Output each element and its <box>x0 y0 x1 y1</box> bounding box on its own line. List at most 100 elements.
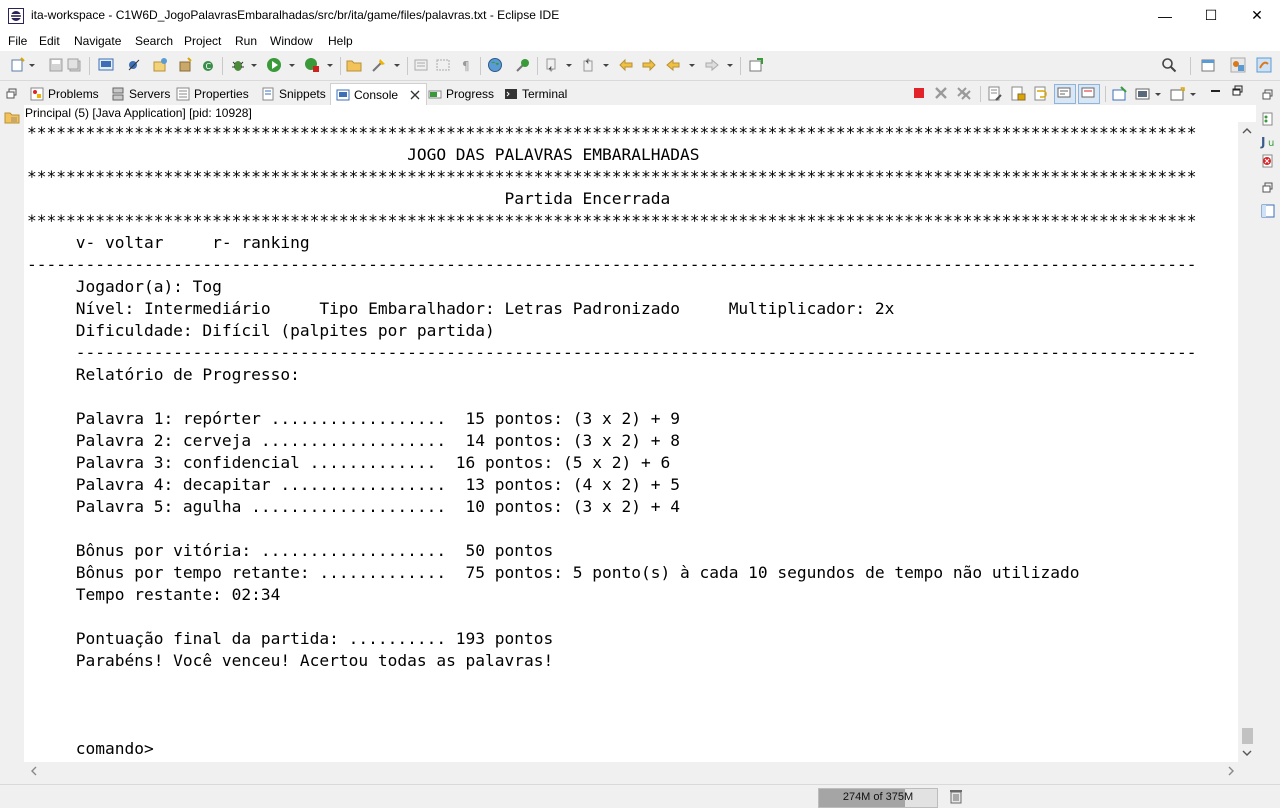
java-perspective-icon[interactable] <box>1256 57 1272 73</box>
menu-file[interactable]: File <box>8 34 27 48</box>
previous-annotation-icon[interactable] <box>581 57 597 73</box>
chevron-down-icon[interactable] <box>326 57 334 73</box>
menu-run[interactable]: Run <box>235 34 257 48</box>
back-to-edit-icon[interactable] <box>641 57 657 73</box>
restore-icon[interactable] <box>1262 182 1274 194</box>
new-package-icon[interactable] <box>177 57 193 73</box>
chevron-down-icon[interactable] <box>1189 86 1197 102</box>
clear-console-icon[interactable] <box>987 86 1003 102</box>
task-list-icon[interactable] <box>1260 203 1276 219</box>
close-button[interactable]: ✕ <box>1234 0 1280 31</box>
display-selected-console-icon[interactable] <box>1135 86 1151 102</box>
scroll-up-icon[interactable] <box>1242 127 1252 135</box>
right-trim-bar: Ju <box>1256 81 1280 784</box>
debug-icon[interactable] <box>230 57 246 73</box>
external-tools-icon[interactable] <box>304 57 320 73</box>
tab-terminal[interactable]: Terminal <box>504 84 567 104</box>
menu-search[interactable]: Search <box>135 34 173 48</box>
vertical-scrollbar[interactable] <box>1238 122 1256 762</box>
garbage-collect-icon[interactable] <box>948 788 964 804</box>
toggle-mark-occurrences-icon[interactable] <box>413 57 429 73</box>
maximize-button[interactable]: ☐ <box>1188 0 1234 31</box>
heap-status[interactable]: 274M of 375M <box>818 788 938 808</box>
scroll-down-icon[interactable] <box>1242 749 1252 757</box>
console-view-icon[interactable] <box>98 57 114 73</box>
status-bar: 274M of 375M <box>0 784 1280 808</box>
save-icon[interactable] <box>48 57 64 73</box>
servers-icon <box>112 87 124 101</box>
svg-text:u: u <box>1268 138 1274 149</box>
chevron-down-icon[interactable] <box>726 57 734 73</box>
globe-icon[interactable] <box>487 57 503 73</box>
horizontal-scrollbar[interactable] <box>24 762 1256 780</box>
search-icon[interactable] <box>1161 57 1177 73</box>
tab-problems[interactable]: Problems <box>30 84 99 104</box>
run-icon[interactable] <box>266 57 282 73</box>
chevron-down-icon[interactable] <box>393 57 401 73</box>
skip-breakpoints-icon[interactable] <box>126 57 142 73</box>
open-type-icon[interactable] <box>346 57 362 73</box>
forward-icon[interactable] <box>704 57 720 73</box>
show-whitespace-icon[interactable]: ¶ <box>458 57 474 73</box>
show-console-stdout-icon[interactable] <box>1054 84 1076 104</box>
menu-edit[interactable]: Edit <box>39 34 60 48</box>
toolbar-separator <box>740 57 741 75</box>
terminate-icon[interactable] <box>912 86 926 100</box>
remove-all-terminated-icon[interactable] <box>956 86 972 100</box>
tab-snippets[interactable]: Snippets <box>261 84 326 104</box>
java-ee-perspective-icon[interactable] <box>1230 57 1246 73</box>
scroll-thumb[interactable] <box>1242 728 1253 744</box>
junit-icon[interactable]: Ju <box>1260 133 1276 149</box>
tab-label: Console <box>354 88 399 102</box>
outline-icon[interactable] <box>1260 111 1276 127</box>
toolbar-separator <box>222 57 223 75</box>
restore-icon[interactable] <box>6 88 18 100</box>
chevron-down-icon[interactable] <box>288 57 296 73</box>
restore-icon[interactable] <box>1262 89 1274 101</box>
save-all-icon[interactable] <box>66 57 82 73</box>
pin-console-icon[interactable] <box>1112 86 1128 102</box>
close-icon[interactable] <box>410 90 420 100</box>
menu-navigate[interactable]: Navigate <box>74 34 121 48</box>
menu-help[interactable]: Help <box>328 34 353 48</box>
chevron-down-icon[interactable] <box>28 57 36 73</box>
open-perspective-icon[interactable] <box>1200 57 1216 73</box>
word-wrap-icon[interactable] <box>1033 86 1049 102</box>
console-line: Tempo restante: 02:34 <box>27 585 281 604</box>
scroll-lock-icon[interactable] <box>1010 86 1026 102</box>
back-icon[interactable] <box>665 57 681 73</box>
chevron-down-icon[interactable] <box>565 57 573 73</box>
chevron-down-icon[interactable] <box>688 57 696 73</box>
block-selection-icon[interactable] <box>435 57 451 73</box>
minimize-button[interactable]: — <box>1142 0 1188 31</box>
show-console-stderr-icon[interactable] <box>1078 84 1100 104</box>
properties-icon <box>176 87 190 101</box>
error-log-icon[interactable] <box>1260 153 1276 169</box>
scroll-right-icon[interactable] <box>1227 766 1235 776</box>
chevron-down-icon[interactable] <box>1154 86 1162 102</box>
open-console-icon[interactable] <box>1170 86 1186 102</box>
console-line: Palavra 3: confidencial ............. 16… <box>27 453 671 472</box>
tab-properties[interactable]: Properties <box>176 84 249 104</box>
pin-editor-icon[interactable] <box>748 57 764 73</box>
menu-project[interactable]: Project <box>184 34 221 48</box>
chevron-down-icon[interactable] <box>602 57 610 73</box>
new-class-icon[interactable]: C <box>200 57 216 73</box>
chevron-down-icon[interactable] <box>250 57 258 73</box>
scroll-left-icon[interactable] <box>30 766 38 776</box>
open-task-icon[interactable] <box>371 57 387 73</box>
search-marker-icon[interactable] <box>515 57 531 73</box>
last-edit-location-icon[interactable] <box>618 57 634 73</box>
minimize-view-icon[interactable] <box>1210 86 1222 98</box>
new-java-project-icon[interactable] <box>152 57 168 73</box>
tab-servers[interactable]: Servers <box>111 84 170 104</box>
tab-console[interactable]: Console <box>330 83 427 106</box>
tab-progress[interactable]: Progress <box>428 84 494 104</box>
console-output[interactable]: ****************************************… <box>24 122 1238 762</box>
new-icon[interactable] <box>10 57 26 73</box>
menu-window[interactable]: Window <box>270 34 313 48</box>
maximize-view-icon[interactable] <box>1232 85 1244 97</box>
package-explorer-icon[interactable] <box>4 109 20 125</box>
next-annotation-icon[interactable] <box>544 57 560 73</box>
remove-launch-icon[interactable] <box>934 86 948 100</box>
